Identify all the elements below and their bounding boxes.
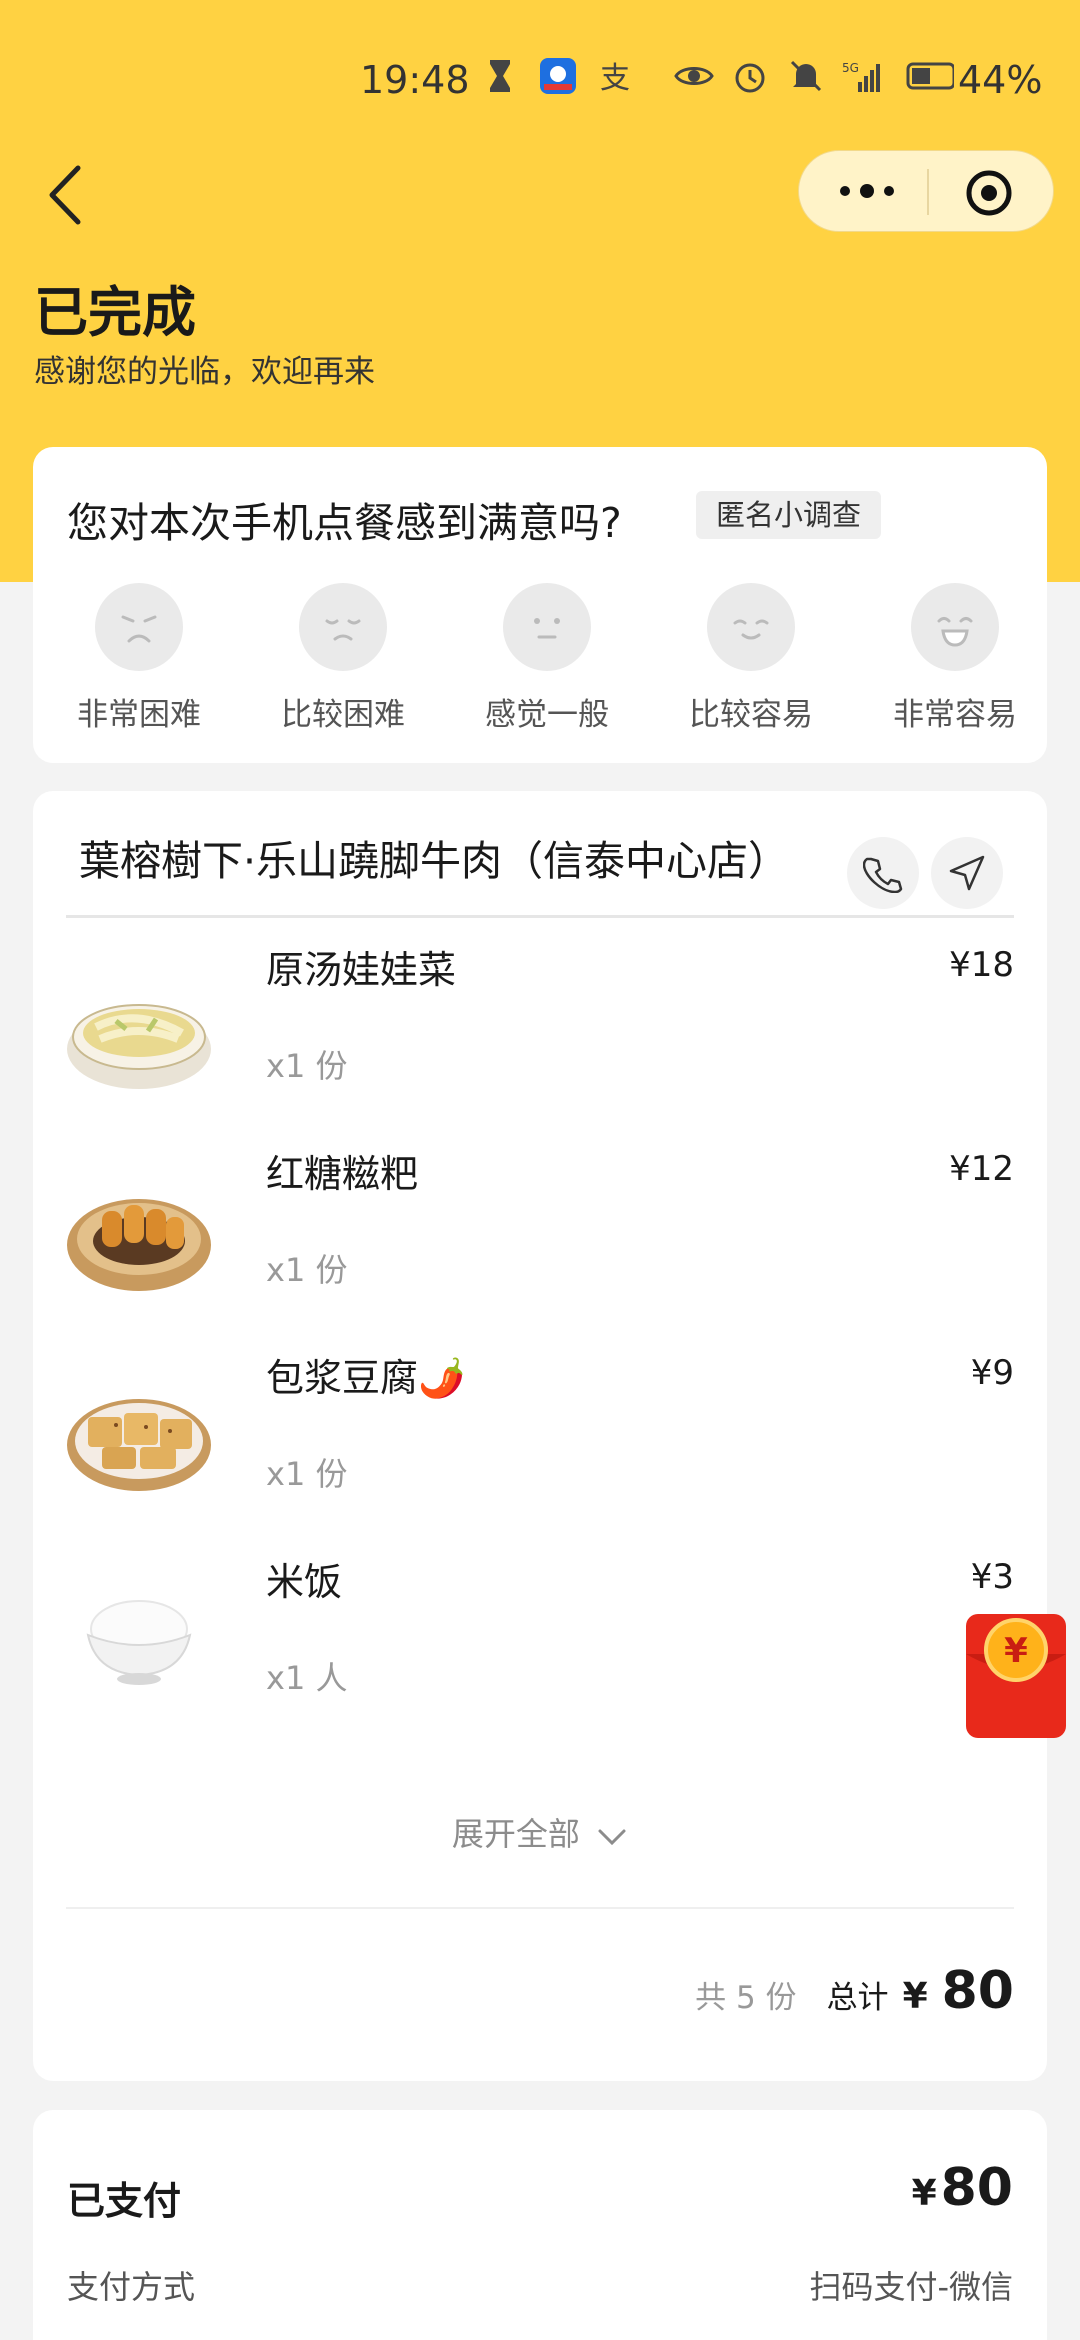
order-item: 米饭 x1 人 ¥3 [66, 1551, 1014, 1731]
survey-options: 非常困难 比较困难 感觉一般 比较容易 非常容易 [33, 583, 1047, 733]
item-quantity: x1 人 [266, 1659, 348, 1697]
hourglass-icon [490, 60, 510, 92]
total-label: 总计 [826, 1980, 889, 2016]
app-notification-icon [540, 58, 576, 94]
divider [66, 915, 1014, 918]
very-easy-face-icon [937, 617, 973, 647]
order-summary: 共 5 份 总计 ¥ 80 [695, 1961, 1014, 2021]
item-quantity: x1 份 [266, 1047, 348, 1085]
signal-icon: 5G [842, 61, 880, 92]
order-card: 葉榕樹下·乐山蹺脚牛肉（信泰中心店） 原汤娃娃菜 x1 份 ¥18 红糖糍粑 x… [33, 791, 1047, 2081]
survey-option-neutral[interactable]: 感觉一般 [467, 583, 627, 734]
expand-all-label: 展开全部 [451, 1815, 580, 1853]
eye-icon [674, 67, 714, 85]
dish-image-rice [86, 1600, 192, 1685]
total-amount: 80 [941, 1961, 1014, 2021]
order-item: 红糖糍粑 x1 份 ¥12 [66, 1143, 1014, 1323]
payment-currency: ¥ [911, 2173, 937, 2214]
alipay-icon: 支 [600, 61, 630, 96]
shop-name: 葉榕樹下·乐山蹺脚牛肉（信泰中心店） [79, 837, 790, 885]
red-packet-icon[interactable]: ¥ [966, 1614, 1066, 1738]
alarm-icon [735, 63, 765, 93]
divider [66, 1907, 1014, 1909]
chevron-down-icon [598, 1829, 626, 1846]
payment-amount: ¥80 [912, 2158, 1013, 2218]
phone-icon [863, 857, 903, 893]
survey-option-very-easy[interactable]: 非常容易 [875, 583, 1035, 734]
item-name: 原汤娃娃菜 [266, 948, 457, 992]
item-price: ¥18 [949, 945, 1014, 985]
navigation-icon [949, 855, 985, 891]
expand-all-button[interactable]: 展开全部 [33, 1809, 1047, 1855]
survey-card: 您对本次手机点餐感到满意吗? 匿名小调查 非常困难 比较困难 感觉一般 比较容易… [33, 447, 1047, 763]
survey-option-very-difficult[interactable]: 非常困难 [59, 583, 219, 734]
survey-option-difficult[interactable]: 比较困难 [263, 583, 423, 734]
payment-value: 80 [940, 2158, 1013, 2218]
payment-method-label: 支付方式 [67, 2268, 196, 2306]
page-title: 已完成 [34, 281, 196, 344]
difficult-face-icon [325, 619, 361, 641]
order-item: 原汤娃娃菜 x1 份 ¥18 [66, 939, 1014, 1119]
payment-status: 已支付 [67, 2179, 182, 2223]
survey-option-label: 非常困难 [77, 697, 201, 733]
neutral-face-icon [534, 618, 560, 639]
item-price: ¥9 [970, 1353, 1014, 1393]
item-count: 共 5 份 [695, 1980, 797, 2016]
survey-option-label: 非常容易 [893, 697, 1017, 733]
battery-percent: 44% [958, 58, 1043, 102]
back-icon[interactable] [40, 160, 90, 230]
mute-bell-icon [790, 60, 822, 92]
dish-image-brown-sugar-ciba [67, 1199, 211, 1291]
item-price: ¥12 [949, 1149, 1014, 1189]
dish-image-tofu [67, 1399, 211, 1491]
survey-option-label: 比较容易 [689, 697, 813, 733]
battery-icon [906, 62, 954, 90]
payment-method-value: 扫码支付-微信 [809, 2268, 1013, 2306]
close-miniprogram-icon[interactable] [965, 169, 1013, 217]
survey-question: 您对本次手机点餐感到满意吗? [67, 499, 622, 547]
item-name: 红糖糍粑 [266, 1152, 419, 1196]
payment-card: 已支付 ¥80 支付方式 扫码支付-微信 [33, 2110, 1047, 2340]
svg-text:5G: 5G [842, 61, 859, 75]
survey-option-easy[interactable]: 比较容易 [671, 583, 831, 734]
anonymous-survey-tag: 匿名小调查 [696, 491, 882, 539]
svg-text:¥: ¥ [1004, 1631, 1028, 1671]
capsule-divider [927, 169, 929, 215]
survey-option-label: 感觉一般 [485, 697, 609, 733]
item-name: 包浆豆腐🌶️ [266, 1356, 466, 1400]
miniprogram-capsule [798, 150, 1054, 232]
navigate-button[interactable] [931, 837, 1003, 909]
svg-text:支: 支 [600, 61, 630, 96]
item-price: ¥3 [970, 1557, 1014, 1597]
more-icon[interactable] [837, 171, 897, 211]
order-item: 包浆豆腐🌶️ x1 份 ¥9 [66, 1347, 1014, 1527]
dish-image-napa-cabbage [67, 1004, 211, 1089]
call-shop-button[interactable] [847, 837, 919, 909]
status-time: 19:48 [360, 58, 470, 102]
survey-option-label: 比较困难 [281, 697, 405, 733]
easy-face-icon [733, 619, 769, 640]
item-name: 米饭 [266, 1560, 343, 1604]
item-quantity: x1 份 [266, 1251, 348, 1289]
page-subtitle: 感谢您的光临，欢迎再来 [34, 354, 375, 390]
item-quantity: x1 份 [266, 1455, 348, 1493]
status-bar: 19:48 支 5G 44% [0, 48, 1080, 112]
very-difficult-face-icon [121, 615, 157, 643]
total-currency: ¥ [902, 1976, 928, 2017]
